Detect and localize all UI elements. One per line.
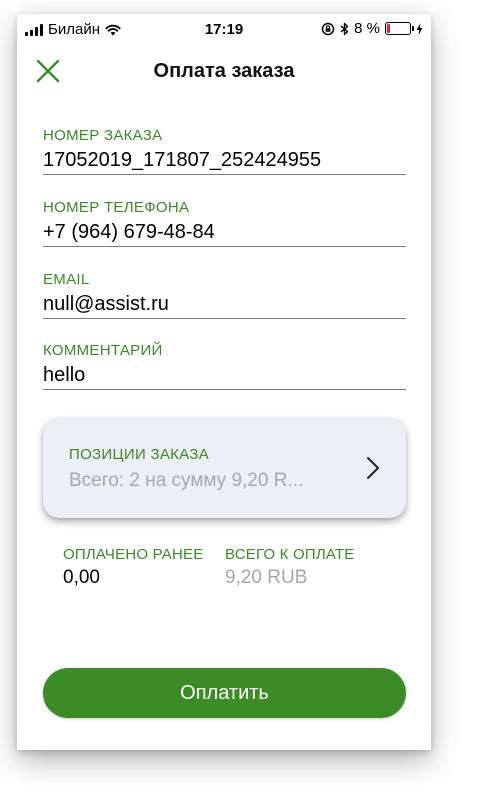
comment-input[interactable] — [43, 361, 406, 389]
charging-icon — [416, 22, 423, 35]
email-label: EMAIL — [43, 271, 90, 288]
page-title: Оплата заказа — [153, 60, 295, 82]
email-input[interactable] — [43, 290, 406, 318]
phone-label: НОМЕР ТЕЛЕФОНА — [43, 199, 190, 216]
phone-field: НОМЕР ТЕЛЕФОНА — [43, 198, 406, 247]
order-items-label: ПОЗИЦИИ ЗАКАЗА — [69, 446, 210, 463]
total-due-label: ВСЕГО К ОПЛАТЕ — [225, 546, 355, 563]
status-bar: Билайн 17:19 8 % — [17, 14, 431, 44]
order-number-input[interactable] — [43, 146, 406, 174]
comment-label: КОММЕНТАРИЙ — [43, 342, 163, 359]
battery-percent: 8 % — [354, 20, 380, 37]
bluetooth-icon — [340, 22, 349, 35]
paid-earlier-value: 0,00 — [63, 567, 100, 588]
paid-earlier-block: ОПЛАЧЕНО РАНЕЕ 0,00 — [63, 546, 203, 589]
order-number-label: НОМЕР ЗАКАЗА — [43, 127, 163, 144]
pay-button[interactable]: Оплатить — [43, 668, 406, 718]
navigation-bar: Оплата заказа — [17, 52, 431, 92]
phone-input[interactable] — [43, 218, 406, 246]
order-items-summary: Всего: 2 на сумму 9,20 R... — [69, 470, 304, 491]
order-items-card[interactable]: ПОЗИЦИИ ЗАКАЗА Всего: 2 на сумму 9,20 R.… — [43, 418, 406, 518]
battery-level — [387, 24, 390, 33]
battery-icon — [385, 22, 414, 35]
total-due-block: ВСЕГО К ОПЛАТЕ 9,20 RUB — [225, 546, 354, 589]
order-number-field: НОМЕР ЗАКАЗА — [43, 126, 406, 175]
orientation-lock-icon — [321, 22, 335, 35]
comment-field: КОММЕНТАРИЙ — [43, 341, 406, 390]
email-field: EMAIL — [43, 270, 406, 319]
chevron-right-icon — [367, 457, 379, 479]
status-bar-right: 8 % — [321, 20, 423, 37]
total-due-value: 9,20 RUB — [225, 567, 308, 588]
phone-screen: Билайн 17:19 8 % Оплата заказа НОМЕР ЗАК… — [17, 14, 431, 750]
paid-earlier-label: ОПЛАЧЕНО РАНЕЕ — [63, 546, 204, 563]
